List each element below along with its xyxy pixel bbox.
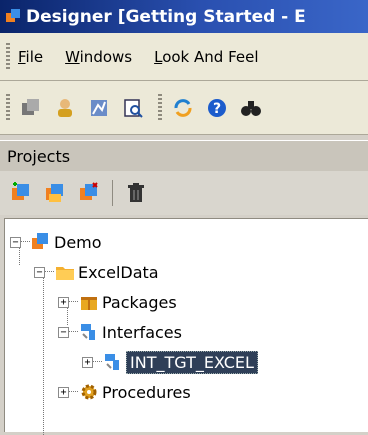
main-toolbar: ? xyxy=(0,81,368,135)
collapse-toggle[interactable]: − xyxy=(34,266,45,278)
models-icon[interactable] xyxy=(18,95,44,121)
tree-label: ExcelData xyxy=(78,262,159,282)
window-title: Designer [Getting Started - E xyxy=(26,6,306,27)
tree-node-demo[interactable]: − Demo xyxy=(10,227,102,257)
insert-folder-icon[interactable] xyxy=(42,180,68,206)
help-icon[interactable]: ? xyxy=(204,95,230,121)
projects-toolbar xyxy=(0,171,368,215)
tree-node-interfaces[interactable]: − Interfaces xyxy=(58,317,182,347)
title-bar: Designer [Getting Started - E xyxy=(0,0,368,33)
collapse-toggle[interactable]: − xyxy=(10,236,21,248)
tree-node-packages[interactable]: + Packages xyxy=(58,287,177,317)
tree-node-int-tgt-excel[interactable]: + INT_TGT_EXCEL xyxy=(82,347,258,377)
projects-panel-header: Projects xyxy=(0,140,368,172)
interface-icon xyxy=(79,322,99,342)
designer-app-icon xyxy=(6,8,22,25)
projects-toolbar-separator xyxy=(112,180,113,206)
folder-icon xyxy=(55,262,75,282)
expand-toggle[interactable]: + xyxy=(82,356,93,368)
tree-connector xyxy=(21,241,30,243)
tree-label: Interfaces xyxy=(102,322,182,342)
project-icon xyxy=(31,232,51,252)
tree-label: Procedures xyxy=(102,382,191,402)
tree-label: Demo xyxy=(54,232,102,252)
user-icon[interactable] xyxy=(52,95,78,121)
projects-tree[interactable]: − Demo − ExcelData + Packages − Interfac… xyxy=(4,218,368,435)
menu-windows[interactable]: Windows xyxy=(65,48,132,66)
expand-toggle[interactable]: + xyxy=(58,386,69,398)
tree-label: Packages xyxy=(102,292,177,312)
tree-connector xyxy=(69,391,78,393)
tree-node-exceldata[interactable]: − ExcelData xyxy=(34,257,159,287)
tree-connector xyxy=(93,361,102,363)
topology-icon[interactable] xyxy=(86,95,112,121)
delete-icon[interactable] xyxy=(123,180,149,206)
menu-file[interactable]: File xyxy=(18,48,43,66)
menu-grip[interactable] xyxy=(6,42,10,71)
binoculars-icon[interactable] xyxy=(238,95,264,121)
menu-look-and-feel[interactable]: Look And Feel xyxy=(154,48,258,66)
projects-title: Projects xyxy=(7,146,71,166)
interface-icon xyxy=(103,352,123,372)
package-icon xyxy=(79,292,99,312)
insert-item-icon[interactable] xyxy=(76,180,102,206)
collapse-toggle[interactable]: − xyxy=(58,326,69,338)
tree-node-procedures[interactable]: + Procedures xyxy=(58,377,191,407)
search-list-icon[interactable] xyxy=(120,95,146,121)
tree-label-selected: INT_TGT_EXCEL xyxy=(126,350,258,374)
menu-bar: File Windows Look And Feel xyxy=(0,33,368,81)
tree-connector xyxy=(69,301,78,303)
procedure-gear-icon xyxy=(79,382,99,402)
insert-project-icon[interactable] xyxy=(8,180,34,206)
expand-toggle[interactable]: + xyxy=(58,296,69,308)
tree-connector xyxy=(45,271,54,273)
tree-guide xyxy=(43,275,44,435)
toolbar-separator xyxy=(158,93,162,122)
svg-text:?: ? xyxy=(213,101,221,117)
refresh-icon[interactable] xyxy=(170,95,196,121)
toolbar-grip[interactable] xyxy=(6,93,10,122)
tree-connector xyxy=(69,331,78,333)
